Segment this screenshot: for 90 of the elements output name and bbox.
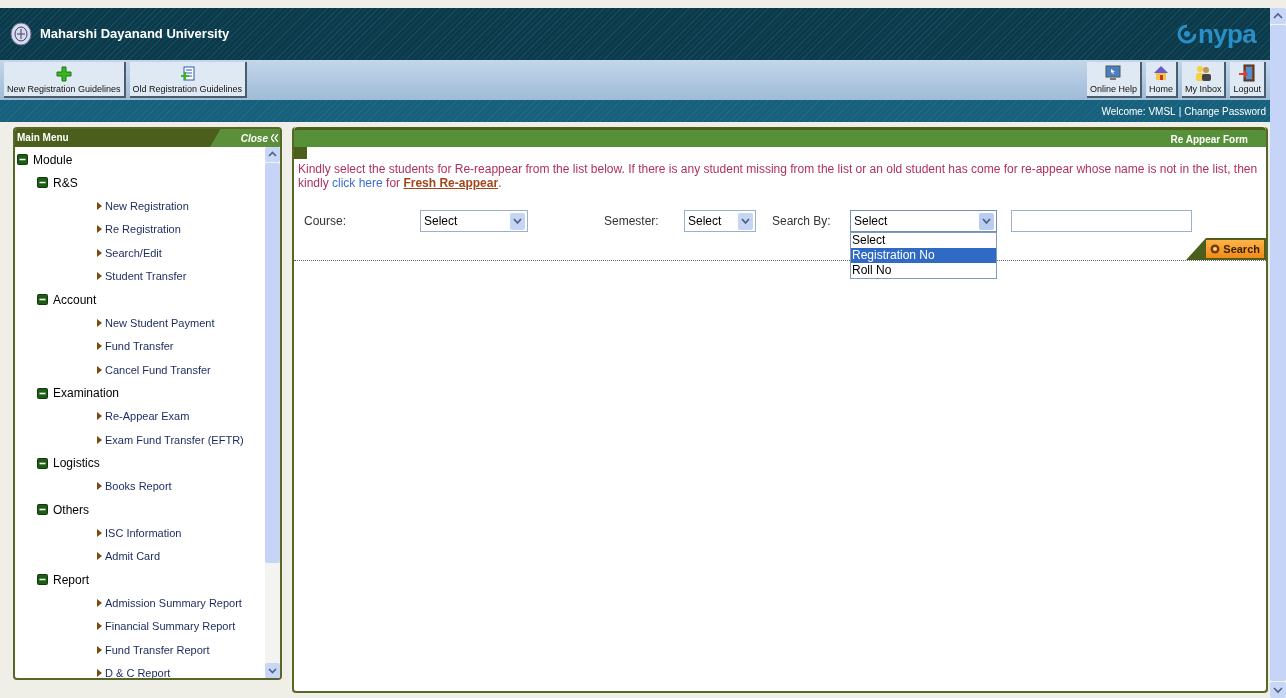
toolbar-button[interactable]: Online Help [1086,62,1142,98]
caret-icon [97,272,102,281]
people-icon [1194,64,1213,82]
swirl-logo-icon [1175,23,1198,45]
caret-icon [97,365,102,374]
monitor-icon [1104,64,1123,82]
welcome-text: Welcome: VMSL [1101,104,1176,119]
menu-item[interactable]: Books Report [37,474,265,498]
menu-item[interactable]: Student Transfer [37,264,265,288]
scroll-up-icon[interactable] [1270,8,1286,24]
select-dropdown[interactable]: Select [420,210,528,232]
menu-group[interactable]: Logistics [53,454,100,472]
menu-item[interactable]: Admit Card [37,544,265,568]
chevron-down-icon [510,212,525,230]
document-plus-icon [179,66,196,82]
toolbar-button[interactable]: Logout [1230,62,1266,98]
emblem-icon [10,22,32,46]
search-button[interactable]: Search [1206,240,1264,258]
menu-item[interactable]: Re-Appear Exam [37,404,265,428]
menu-group[interactable]: Others [53,500,89,519]
toolbar-button[interactable]: Old Registration Guidelines [129,62,248,98]
scroll-down-icon[interactable] [1270,682,1286,698]
main-menu-title: Main Menu [16,131,69,145]
chevron-down-icon [738,212,753,230]
fresh-reappear-link[interactable]: Fresh Re-appear [403,176,499,190]
field-label: Semester: [604,213,660,230]
caret-icon [97,201,102,210]
click-here-link[interactable]: click here [332,176,383,190]
caret-icon [97,318,102,327]
menu-item[interactable]: Financial Summary Report [37,614,265,638]
caret-icon [97,435,102,444]
scroll-up-icon[interactable] [265,147,280,162]
search-input[interactable] [1011,210,1192,232]
caret-icon [97,248,102,257]
caret-icon [97,412,102,421]
dropdown-option[interactable]: Select [851,233,996,248]
menu-item[interactable]: Admission Summary Report [37,591,265,615]
caret-icon [97,482,102,491]
menu-item[interactable]: New Student Payment [37,311,265,335]
change-password-link[interactable]: Change Password [1184,103,1266,119]
double-chevron-left-icon [271,134,278,142]
field-label: Search By: [772,213,832,230]
caret-icon [97,645,102,654]
collapse-icon[interactable] [37,294,48,305]
menu-item[interactable]: Search/Edit [37,241,265,265]
menu-item[interactable]: Cancel Fund Transfer [37,358,265,382]
page-scrollbar[interactable] [1270,8,1286,698]
collapse-icon[interactable] [37,177,48,188]
toolbar-button[interactable]: My Inbox [1181,62,1227,98]
toolbar-button[interactable]: New Registration Guidelines [4,62,126,98]
menu-item[interactable]: New Registration [37,194,265,218]
university-title: Maharshi Dayanand University [40,25,230,44]
dropdown-option[interactable]: Roll No [851,263,996,278]
menu-item[interactable]: Fund Transfer [37,334,265,358]
menu-group[interactable]: Examination [53,384,120,402]
caret-icon [97,622,102,631]
dropdown-option[interactable]: Registration No [851,248,996,263]
caret-icon [97,598,102,607]
select-dropdown[interactable]: Select [684,210,756,232]
plus-icon [55,66,72,82]
caret-icon [97,528,102,537]
menu-item[interactable]: Exam Fund Transfer (EFTR) [37,428,265,452]
menu-item[interactable]: ISC Information [37,521,265,545]
scroll-down-icon[interactable] [265,663,280,678]
caret-icon [97,225,102,234]
field-label: Course: [304,213,348,230]
nypa-logo: nypa [1197,21,1256,47]
collapse-icon[interactable] [37,387,48,399]
sidebar-scrollbar[interactable] [265,147,280,678]
menu-group[interactable]: Account [53,290,97,309]
menu-group[interactable]: Report [53,570,90,589]
collapse-icon[interactable] [37,504,48,515]
collapse-icon[interactable] [17,154,28,165]
toolbar-button[interactable]: Home [1145,62,1178,98]
separator-text: | [1178,104,1182,119]
caret-icon [97,342,102,351]
search-icon [1210,244,1221,254]
menu-group[interactable]: R&S [53,173,78,192]
chevron-down-icon [979,212,994,230]
menu-group[interactable]: Module [33,150,73,169]
instruction-text: Kindly select the students for Re-reappear from the list below. If there is any student missing from the list or an old student has come for re-appear whose name is not in the list, then kindly click here for Fresh Re-appear. [297,161,1259,190]
caret-icon [97,552,102,561]
collapse-icon[interactable] [37,574,48,585]
menu-item[interactable]: Fund Transfer Report [37,638,265,662]
form-title: Re Appear Form [1170,133,1248,147]
select-dropdown[interactable]: Select [850,210,997,232]
menu-item[interactable]: Re Registration [37,217,265,241]
collapse-icon[interactable] [37,457,48,469]
exit-door-icon [1238,64,1257,82]
caret-icon [97,669,102,678]
